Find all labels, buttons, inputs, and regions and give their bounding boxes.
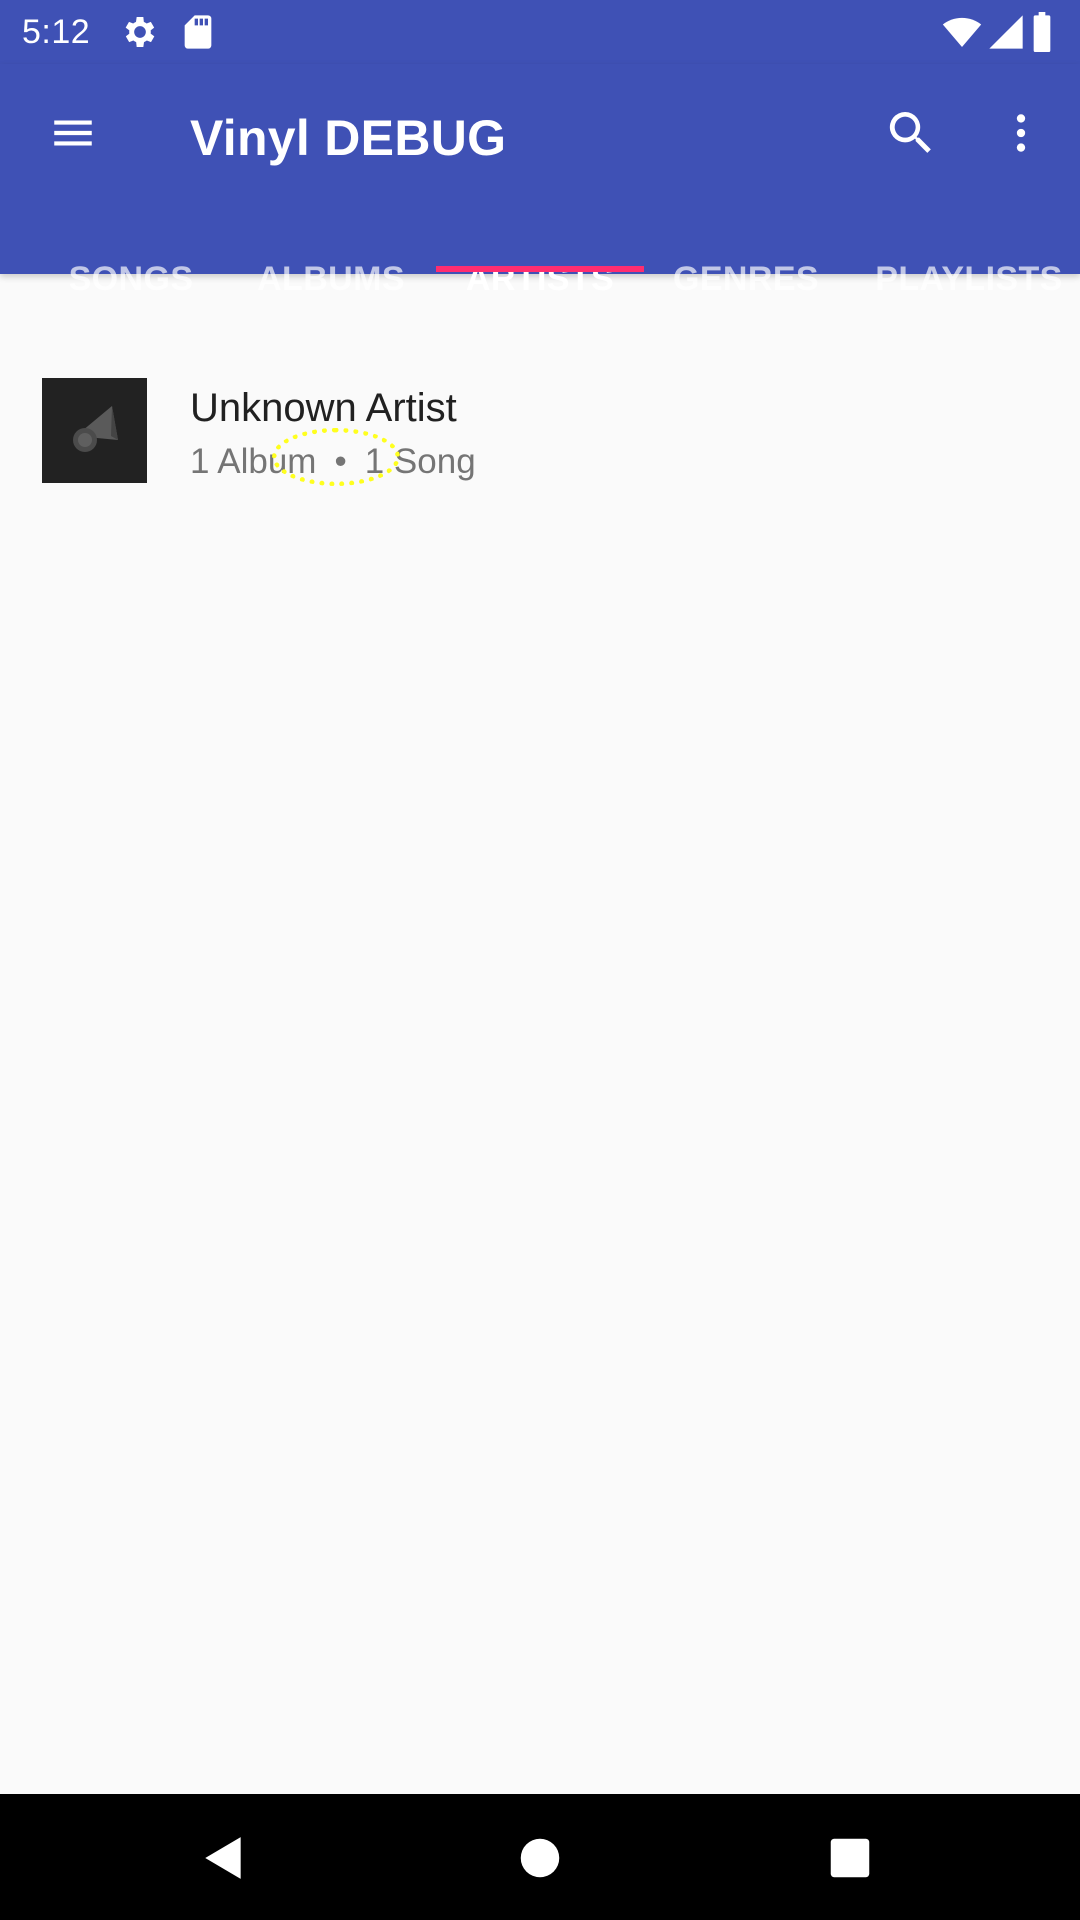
search-icon[interactable] bbox=[876, 98, 946, 168]
status-bar: 5:12 bbox=[0, 0, 1080, 64]
screen: 5:12 Vinyl DEBUG SONGS ALBUMS ARTISTS GE… bbox=[0, 0, 1080, 1920]
menu-icon[interactable] bbox=[38, 98, 108, 168]
app-bar: Vinyl DEBUG SONGS ALBUMS ARTISTS GENRES … bbox=[0, 64, 1080, 298]
home-icon[interactable] bbox=[500, 1818, 580, 1898]
sd-card-icon bbox=[178, 12, 218, 52]
signal-icon bbox=[986, 12, 1026, 52]
status-time: 5:12 bbox=[22, 13, 91, 51]
song-count: 1 Song bbox=[364, 442, 476, 481]
tab-indicator bbox=[436, 266, 644, 272]
artist-meta: 1 Album • 1 Song bbox=[190, 440, 476, 484]
recents-icon[interactable] bbox=[810, 1818, 890, 1898]
gear-icon bbox=[120, 12, 160, 52]
artist-name: Unknown Artist bbox=[190, 386, 457, 430]
app-title: Vinyl DEBUG bbox=[190, 110, 507, 166]
list-item[interactable] bbox=[0, 274, 1080, 444]
wifi-icon bbox=[942, 12, 982, 52]
gramophone-icon bbox=[42, 378, 147, 483]
back-icon[interactable] bbox=[184, 1818, 264, 1898]
nav-bar bbox=[0, 1794, 1080, 1920]
battery-icon bbox=[1030, 12, 1060, 52]
more-vert-icon[interactable] bbox=[986, 98, 1056, 168]
album-count: 1 Album bbox=[190, 442, 317, 481]
meta-separator: • bbox=[334, 442, 347, 481]
